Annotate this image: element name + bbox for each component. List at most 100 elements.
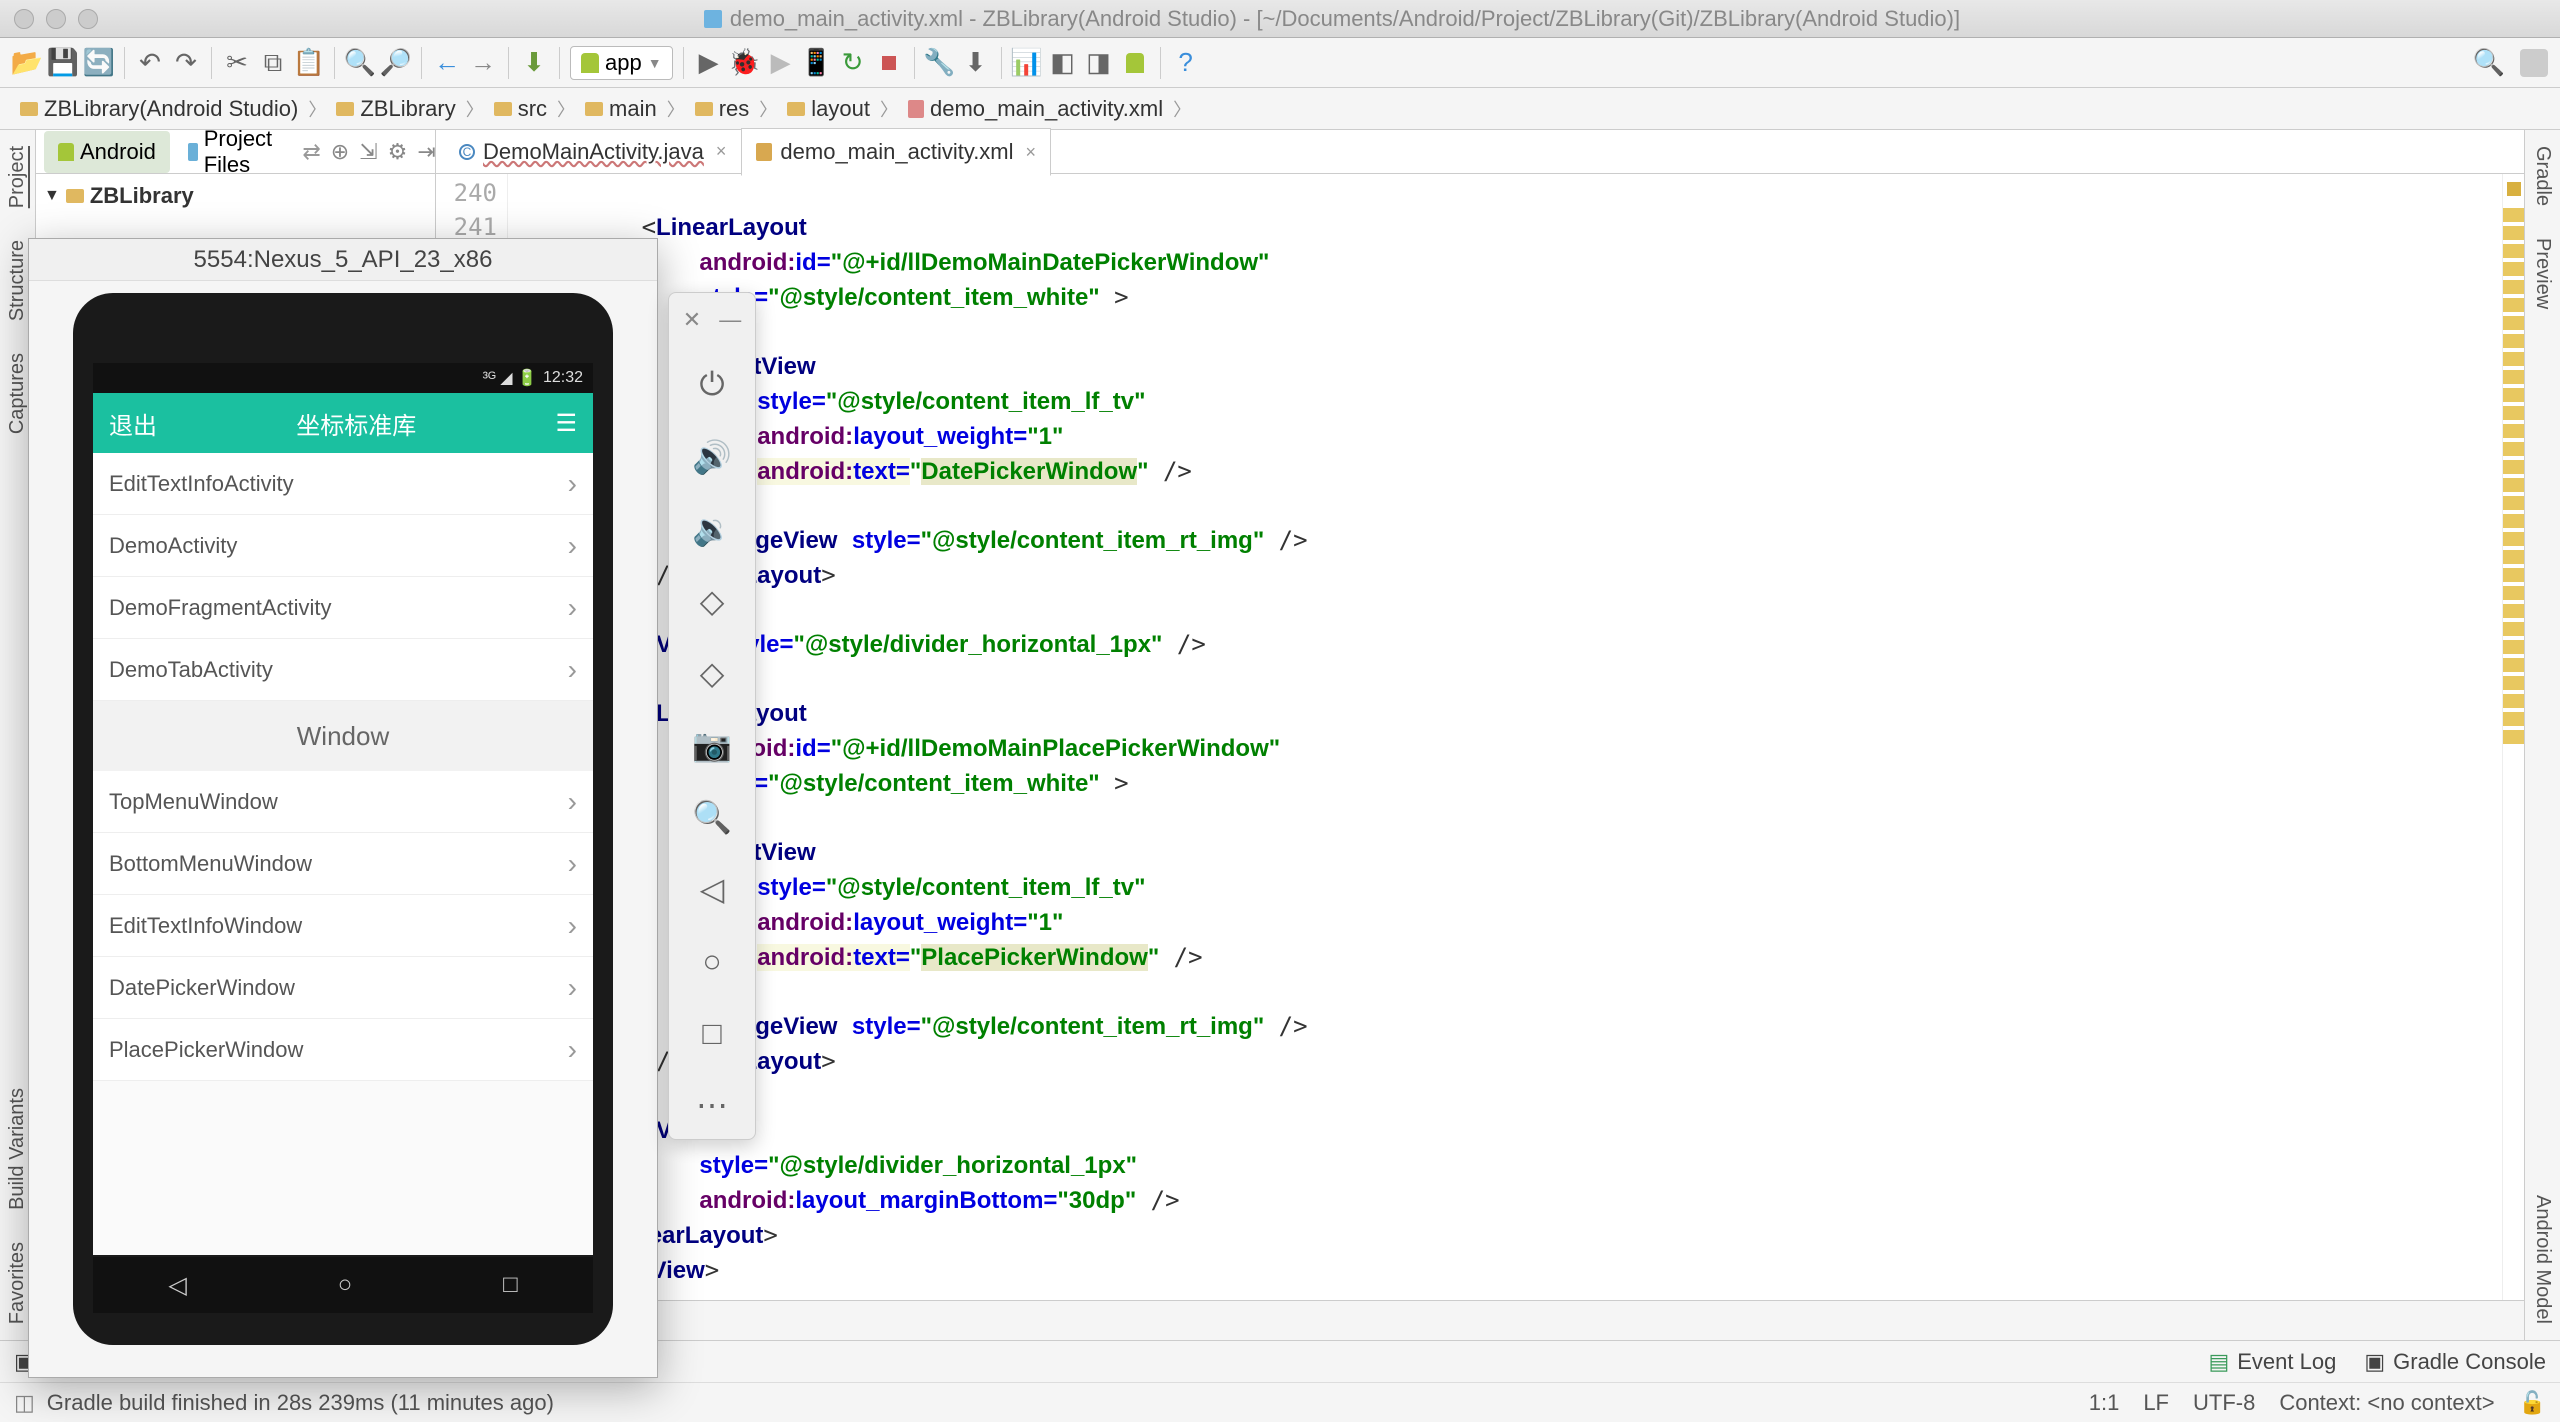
volume-up-icon[interactable]: 🔊: [692, 437, 732, 477]
list-item[interactable]: PlacePickerWindow›: [93, 1019, 593, 1081]
gear-icon[interactable]: ⚙: [388, 139, 408, 165]
lock-icon[interactable]: 🔓: [2519, 1390, 2546, 1416]
hide-icon[interactable]: ⇥: [417, 139, 435, 165]
context-label[interactable]: Context: <no context>: [2279, 1390, 2494, 1416]
tool1-icon[interactable]: ◧: [1048, 48, 1078, 78]
power-icon[interactable]: ⏻: [692, 365, 732, 405]
breadcrumb-item[interactable]: src: [486, 96, 555, 122]
tool2-icon[interactable]: ◨: [1084, 48, 1114, 78]
maximize-window-button[interactable]: [78, 9, 98, 29]
tree-root[interactable]: ▼ ZBLibrary: [44, 180, 427, 212]
list-item[interactable]: EditTextInfoWindow›: [93, 895, 593, 957]
attach-icon[interactable]: 📱: [802, 48, 832, 78]
gradle-console-button[interactable]: ▣Gradle Console: [2364, 1349, 2546, 1375]
list-item[interactable]: DemoActivity›: [93, 515, 593, 577]
sidebar-item-preview[interactable]: Preview: [2531, 232, 2554, 315]
file-encoding[interactable]: UTF-8: [2193, 1390, 2255, 1416]
sidebar-item-captures[interactable]: Captures: [6, 347, 29, 440]
avd-icon[interactable]: 🔧: [925, 48, 955, 78]
breadcrumb-item[interactable]: layout: [779, 96, 878, 122]
back-icon[interactable]: ◁: [692, 869, 732, 909]
minimize-icon[interactable]: —: [719, 307, 741, 333]
find-icon[interactable]: 🔍: [345, 48, 375, 78]
chevron-right-icon: ›: [568, 848, 577, 880]
open-icon[interactable]: 📂: [12, 48, 42, 78]
target-icon[interactable]: ⊕: [331, 139, 349, 165]
error-stripe[interactable]: [2502, 174, 2524, 1300]
collapse-icon[interactable]: ⇲: [359, 139, 377, 165]
camera-icon[interactable]: 📷: [692, 725, 732, 765]
list-item[interactable]: DatePickerWindow›: [93, 957, 593, 1019]
copy-icon[interactable]: ⧉: [258, 48, 288, 78]
more-icon[interactable]: ⋯: [692, 1085, 732, 1125]
android-icon[interactable]: [1120, 48, 1150, 78]
emulator-window[interactable]: 5554:Nexus_5_API_23_x86 ³ᴳ ◢ 🔋12:32 退出 坐…: [28, 238, 658, 1378]
sync-icon[interactable]: 🔄: [84, 48, 114, 78]
stop-button[interactable]: [874, 48, 904, 78]
breadcrumb-item[interactable]: ZBLibrary: [328, 96, 463, 122]
project-tree[interactable]: ▼ ZBLibrary: [36, 174, 435, 218]
close-window-button[interactable]: [14, 9, 34, 29]
code-content[interactable]: <LinearLayout android:id="@+id/llDemoMai…: [508, 174, 2502, 1300]
volume-down-icon[interactable]: 🔉: [692, 509, 732, 549]
line-separator[interactable]: LF: [2143, 1390, 2169, 1416]
more-tabs-icon[interactable]: ⇄: [296, 139, 326, 165]
close-tab-icon[interactable]: ×: [1026, 142, 1037, 163]
sidebar-item-project[interactable]: Project: [6, 140, 29, 214]
list-item[interactable]: TopMenuWindow›: [93, 771, 593, 833]
sidebar-item-build-variants[interactable]: Build Variants: [6, 1082, 29, 1216]
rerun-icon[interactable]: ↻: [838, 48, 868, 78]
list-item[interactable]: DemoFragmentActivity›: [93, 577, 593, 639]
recents-nav-icon[interactable]: □: [503, 1271, 518, 1299]
chevron-down-icon: ▼: [648, 55, 662, 71]
paste-icon[interactable]: 📋: [294, 48, 324, 78]
list-item[interactable]: EditTextInfoActivity›: [93, 453, 593, 515]
overview-icon[interactable]: □: [692, 1013, 732, 1053]
cut-icon[interactable]: ✂: [222, 48, 252, 78]
search-icon[interactable]: 🔍: [2474, 48, 2504, 78]
make-icon[interactable]: ⬇: [519, 48, 549, 78]
forward-icon[interactable]: →: [468, 48, 498, 78]
help-icon[interactable]: ?: [1171, 48, 1201, 78]
back-icon[interactable]: ←: [432, 48, 462, 78]
event-log-button[interactable]: ▤Event Log: [2208, 1349, 2336, 1375]
list-item[interactable]: BottomMenuWindow›: [93, 833, 593, 895]
home-nav-icon[interactable]: ○: [338, 1271, 353, 1299]
back-nav-icon[interactable]: ◁: [168, 1271, 186, 1300]
app-list[interactable]: EditTextInfoActivity› DemoActivity› Demo…: [93, 453, 593, 1255]
ddms-icon[interactable]: 📊: [1012, 48, 1042, 78]
close-tab-icon[interactable]: ×: [716, 141, 727, 162]
breadcrumb-item[interactable]: main: [577, 96, 665, 122]
breadcrumb-item[interactable]: demo_main_activity.xml: [900, 96, 1171, 122]
redo-icon[interactable]: ↷: [171, 48, 201, 78]
home-icon[interactable]: ○: [692, 941, 732, 981]
phone-screen[interactable]: ³ᴳ ◢ 🔋12:32 退出 坐标标准库 ☰ EditTextInfoActiv…: [93, 363, 593, 1255]
minimize-window-button[interactable]: [46, 9, 66, 29]
run-button[interactable]: ▶: [694, 48, 724, 78]
replace-icon[interactable]: 🔎: [381, 48, 411, 78]
coverage-icon[interactable]: ▶: [766, 48, 796, 78]
caret-position[interactable]: 1:1: [2089, 1390, 2120, 1416]
project-tab-android[interactable]: Android: [44, 131, 170, 173]
rotate-left-icon[interactable]: ◇: [692, 581, 732, 621]
sidebar-item-gradle[interactable]: Gradle: [2531, 140, 2554, 212]
breadcrumb-item[interactable]: res: [687, 96, 758, 122]
save-icon[interactable]: 💾: [48, 48, 78, 78]
menu-icon[interactable]: ☰: [555, 409, 577, 438]
run-configuration-dropdown[interactable]: app ▼: [570, 46, 673, 80]
sidebar-item-android-model[interactable]: Android Model: [2531, 1189, 2554, 1330]
window-icon[interactable]: ◫: [14, 1390, 35, 1416]
editor-tab[interactable]: demo_main_activity.xml ×: [741, 128, 1051, 176]
debug-button[interactable]: 🐞: [730, 48, 760, 78]
close-icon[interactable]: ✕: [683, 307, 701, 333]
back-button[interactable]: 退出: [109, 406, 157, 441]
rotate-right-icon[interactable]: ◇: [692, 653, 732, 693]
undo-icon[interactable]: ↶: [135, 48, 165, 78]
user-icon[interactable]: [2520, 49, 2548, 77]
editor-tab[interactable]: C DemoMainActivity.java ×: [444, 128, 741, 176]
zoom-icon[interactable]: 🔍: [692, 797, 732, 837]
list-item[interactable]: DemoTabActivity›: [93, 639, 593, 701]
sdk-icon[interactable]: ⬇: [961, 48, 991, 78]
sidebar-item-favorites[interactable]: Favorites: [6, 1236, 29, 1330]
sidebar-item-structure[interactable]: Structure: [6, 234, 29, 327]
